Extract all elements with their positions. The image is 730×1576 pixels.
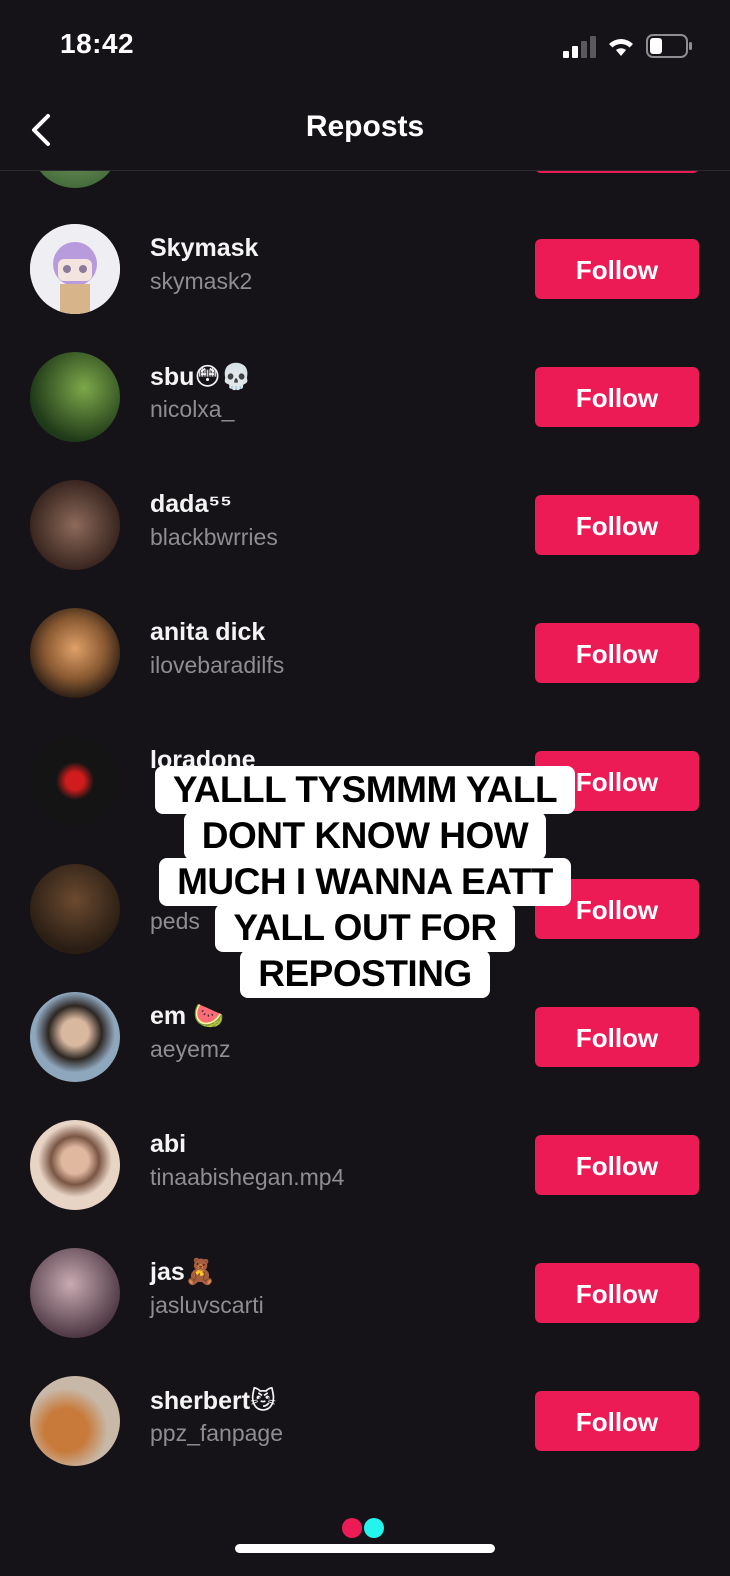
username: blackbwrries — [150, 524, 278, 550]
avatar[interactable] — [30, 1376, 120, 1466]
caption-line: YALLL TYSMMM YALL — [154, 766, 576, 814]
list-item[interactable]: anita dick ilovebaradilfs Follow — [0, 588, 730, 716]
display-name: Skymask — [150, 234, 259, 262]
username: ilovebaradilfs — [150, 652, 285, 678]
display-name: sbu😳💀 — [150, 363, 252, 391]
list-item[interactable]: jas🧸 jasluvscarti Follow — [0, 1228, 730, 1356]
list-item[interactable]: Skymask skymask2 Follow — [0, 204, 730, 332]
username: aeyemz — [150, 1036, 231, 1062]
username: nicolxa_ — [150, 396, 235, 422]
display-name: abi — [150, 1130, 187, 1158]
avatar[interactable] — [30, 1120, 120, 1210]
display-name: dada⁵⁵ — [150, 490, 232, 518]
loading-dot-pink — [342, 1518, 362, 1538]
username: jasluvscarti — [150, 1292, 264, 1318]
follow-button[interactable]: Follow — [535, 623, 699, 683]
list-item[interactable]: abi tinaabishegan.mp4 Follow — [0, 1100, 730, 1228]
follow-button[interactable]: Follow — [535, 1391, 699, 1451]
avatar-image — [30, 224, 120, 314]
list-item[interactable]: sbu😳💀 nicolxa_ Follow — [0, 332, 730, 460]
list-item[interactable]: sherbert😼 ppz_fanpage Follow — [0, 1356, 730, 1484]
list-item[interactable]: dada⁵⁵ blackbwrries Follow — [0, 460, 730, 588]
reposts-screen: Follow Skymask skymask2 Follow sbu😳💀 nic… — [0, 0, 730, 1576]
display-name: jas🧸 — [150, 1258, 216, 1286]
wifi-icon — [609, 39, 633, 56]
display-name: sherbert😼 — [150, 1387, 277, 1415]
cellular-signal-icon — [563, 36, 596, 58]
follow-button[interactable]: Follow — [535, 1263, 699, 1323]
follow-button[interactable]: Follow — [535, 495, 699, 555]
caption-line: REPOSTING — [240, 950, 490, 998]
page-title: Reposts — [305, 110, 425, 143]
status-time: 18:42 — [60, 28, 135, 59]
navigation-header: Reposts — [0, 90, 730, 171]
avatar[interactable] — [30, 992, 120, 1082]
loading-dots — [342, 1518, 388, 1538]
status-bar: 18:42 — [0, 0, 730, 90]
video-caption-overlay: YALLL TYSMMM YALL DONT KNOW HOW MUCH I W… — [0, 766, 730, 998]
username: ppz_fanpage — [150, 1420, 284, 1446]
avatar[interactable] — [30, 608, 120, 698]
follow-button[interactable]: Follow — [535, 1135, 699, 1195]
battery-icon — [646, 34, 692, 58]
avatar[interactable] — [30, 224, 120, 314]
caption-line: MUCH I WANNA EATT — [159, 858, 571, 906]
home-indicator[interactable] — [235, 1544, 495, 1553]
loading-dot-cyan — [364, 1518, 384, 1538]
follow-button[interactable]: Follow — [535, 367, 699, 427]
username: tinaabishegan.mp4 — [150, 1164, 345, 1190]
follow-button[interactable]: Follow — [535, 1007, 699, 1067]
avatar[interactable] — [30, 352, 120, 442]
follow-button[interactable]: Follow — [535, 239, 699, 299]
avatar[interactable] — [30, 480, 120, 570]
display-name: anita dick — [150, 618, 266, 646]
caption-line: YALL OUT FOR — [215, 904, 515, 952]
username: skymask2 — [150, 268, 253, 294]
display-name: em 🍉 — [150, 1002, 225, 1030]
caption-line: DONT KNOW HOW — [183, 812, 547, 860]
avatar[interactable] — [30, 1248, 120, 1338]
